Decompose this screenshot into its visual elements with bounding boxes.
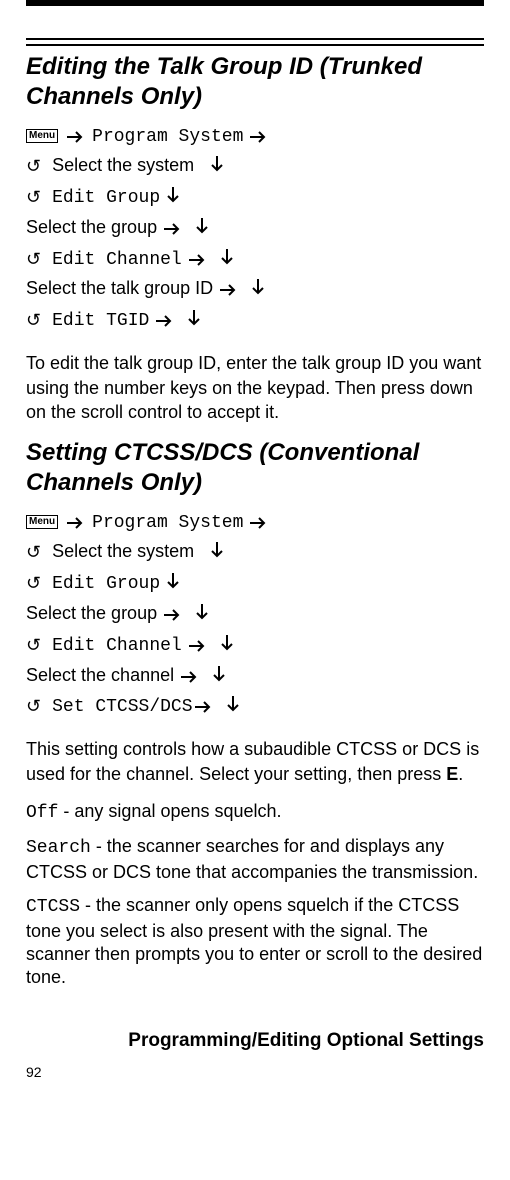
section-2-body: This setting controls how a subaudible C…	[26, 737, 484, 786]
rotate-icon: ↺	[26, 307, 41, 335]
nav-select-group: Select the group	[26, 217, 157, 237]
nav-select-group: Select the group	[26, 603, 157, 623]
nav-program-system: Program System	[92, 513, 243, 533]
arrow-right-icon	[67, 124, 85, 152]
arrow-down-icon	[252, 278, 264, 306]
def-ctcss: CTCSS - the scanner only opens squelch i…	[26, 894, 484, 990]
rotate-icon: ↺	[26, 632, 41, 660]
nav-select-tgid: Select the talk group ID	[26, 278, 213, 298]
arrow-down-icon	[211, 155, 223, 183]
nav-edit-group: Edit Group	[52, 574, 160, 594]
arrow-right-icon	[164, 216, 182, 244]
arrow-down-icon	[221, 248, 233, 276]
arrow-down-icon	[211, 541, 223, 569]
arrow-right-icon	[67, 510, 85, 538]
nav-block-1: Menu Program System ↺ Select the system …	[26, 122, 484, 337]
page: Editing the Talk Group ID (Trunked Chann…	[0, 0, 510, 1090]
nav-edit-channel: Edit Channel	[52, 250, 182, 270]
arrow-right-icon	[250, 124, 268, 152]
arrow-down-icon	[167, 572, 179, 600]
arrow-down-icon	[221, 634, 233, 662]
arrow-right-icon	[195, 694, 213, 722]
arrow-down-icon	[227, 695, 239, 723]
rotate-icon: ↺	[26, 153, 41, 181]
footer-title: Programming/Editing Optional Settings	[26, 1030, 484, 1052]
nav-edit-tgid: Edit TGID	[52, 311, 149, 331]
rotate-icon: ↺	[26, 539, 41, 567]
nav-edit-group: Edit Group	[52, 188, 160, 208]
section-2-title: Setting CTCSS/DCS (Conventional Channels…	[26, 438, 484, 498]
arrow-down-icon	[167, 186, 179, 214]
page-number: 92	[26, 1064, 484, 1090]
arrow-right-icon	[164, 602, 182, 630]
arrow-right-icon	[250, 510, 268, 538]
rotate-icon: ↺	[26, 184, 41, 212]
def-off: Off - any signal opens squelch.	[26, 800, 484, 825]
arrow-down-icon	[213, 665, 225, 693]
nav-select-system: Select the system	[52, 541, 194, 561]
section-1-title: Editing the Talk Group ID (Trunked Chann…	[26, 52, 484, 112]
arrow-right-icon	[156, 308, 174, 336]
arrow-right-icon	[189, 247, 207, 275]
arrow-right-icon	[181, 664, 199, 692]
nav-block-2: Menu Program System ↺ Select the system …	[26, 508, 484, 723]
rotate-icon: ↺	[26, 693, 41, 721]
rotate-icon: ↺	[26, 246, 41, 274]
section-1-body: To edit the talk group ID, enter the tal…	[26, 351, 484, 424]
arrow-right-icon	[220, 277, 238, 305]
rotate-icon: ↺	[26, 570, 41, 598]
arrow-down-icon	[196, 603, 208, 631]
nav-edit-channel: Edit Channel	[52, 636, 182, 656]
menu-button: Menu	[26, 129, 58, 143]
nav-program-system: Program System	[92, 127, 243, 147]
nav-select-channel: Select the channel	[26, 665, 174, 685]
rule-thin-1	[26, 38, 484, 40]
def-search: Search - the scanner searches for and di…	[26, 835, 484, 884]
arrow-right-icon	[189, 633, 207, 661]
rule-thick	[26, 0, 484, 6]
nav-set-ctcss: Set CTCSS/DCS	[52, 697, 192, 717]
arrow-down-icon	[188, 309, 200, 337]
menu-button: Menu	[26, 515, 58, 529]
nav-select-system: Select the system	[52, 155, 194, 175]
arrow-down-icon	[196, 217, 208, 245]
rule-thin-2	[26, 44, 484, 46]
